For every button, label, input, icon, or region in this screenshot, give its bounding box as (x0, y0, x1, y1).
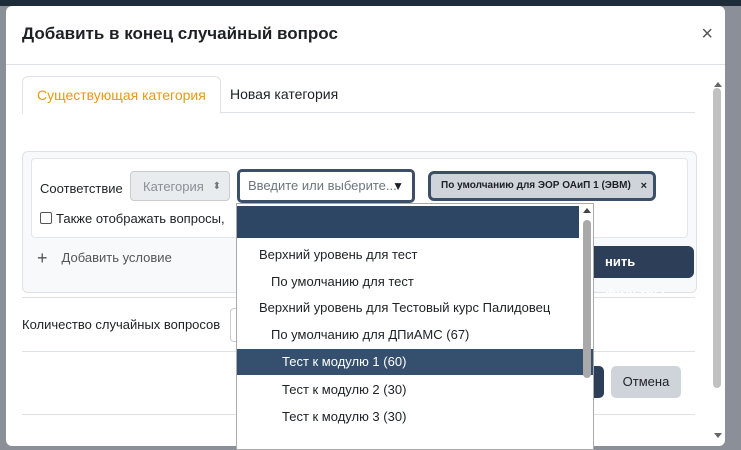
scroll-up-icon[interactable] (714, 82, 722, 87)
also-show-label: Также отображать вопросы, (56, 211, 225, 226)
dropdown-option[interactable]: Верхний уровень для тест (237, 242, 593, 268)
match-label: Соответствие (40, 181, 123, 196)
tab-existing-category[interactable]: Существующая категория (22, 76, 221, 114)
dialog-title: Добавить в конец случайный вопрос (22, 24, 338, 43)
cancel-button[interactable]: Отмена (611, 366, 681, 398)
tab-new-category[interactable]: Новая категория (216, 76, 352, 112)
also-show-option[interactable]: Также отображать вопросы, (40, 211, 225, 226)
dialog-header: Добавить в конец случайный вопрос × (6, 6, 725, 65)
category-select[interactable]: Категория ⬍ (130, 171, 230, 201)
selected-category-tag[interactable]: По умолчанию для ЭОР ОАиП 1 (ЭВМ) × (428, 171, 656, 201)
dropdown-option[interactable]: По умолчанию для ДПиАМС (67) (237, 322, 593, 348)
add-condition-button[interactable]: + Добавить условие (37, 248, 172, 269)
category-search-input[interactable]: Введите или выберите... ▼ (237, 169, 415, 203)
category-tabs: Существующая категория Новая категория (22, 76, 695, 114)
tag-label: По умолчанию для ЭОР ОАиП 1 (ЭВМ) (441, 180, 631, 191)
apply-filters-button[interactable]: нить фильтры (583, 246, 694, 301)
dropdown-option[interactable]: По умолчанию для тест (237, 269, 593, 295)
tag-remove-icon[interactable]: × (641, 174, 647, 198)
dropdown-option[interactable]: Тест к модулю 2 (30) (237, 377, 593, 403)
select-updown-icon: ⬍ (212, 181, 221, 192)
dropdown-option-selected[interactable]: Тест к модулю 1 (60) (237, 349, 593, 375)
random-count-label: Количество случайных вопросов (22, 317, 221, 332)
dropdown-highlight-row[interactable] (237, 206, 579, 238)
scrollbar-thumb[interactable] (713, 88, 721, 388)
close-icon[interactable]: × (701, 24, 713, 44)
dropdown-scroll-up-icon[interactable] (583, 208, 591, 213)
add-condition-label: Добавить условие (61, 250, 172, 265)
dropdown-arrow-icon[interactable]: ▼ (392, 172, 404, 200)
plus-icon: + (37, 248, 48, 268)
search-placeholder: Введите или выберите... (248, 178, 397, 193)
dropdown-option[interactable]: Тест к модулю 3 (30) (237, 404, 593, 430)
category-select-value: Категория (143, 179, 204, 194)
dropdown-option[interactable]: Верхний уровень для Тестовый курс Палидо… (237, 295, 593, 321)
dropdown-scrollbar-thumb[interactable] (583, 220, 591, 378)
dialog-scrollbar[interactable] (712, 82, 723, 442)
category-dropdown-list[interactable]: Верхний уровень для тест По умолчанию дл… (236, 203, 594, 450)
also-show-checkbox[interactable] (40, 212, 52, 224)
scroll-down-icon[interactable] (714, 433, 722, 438)
